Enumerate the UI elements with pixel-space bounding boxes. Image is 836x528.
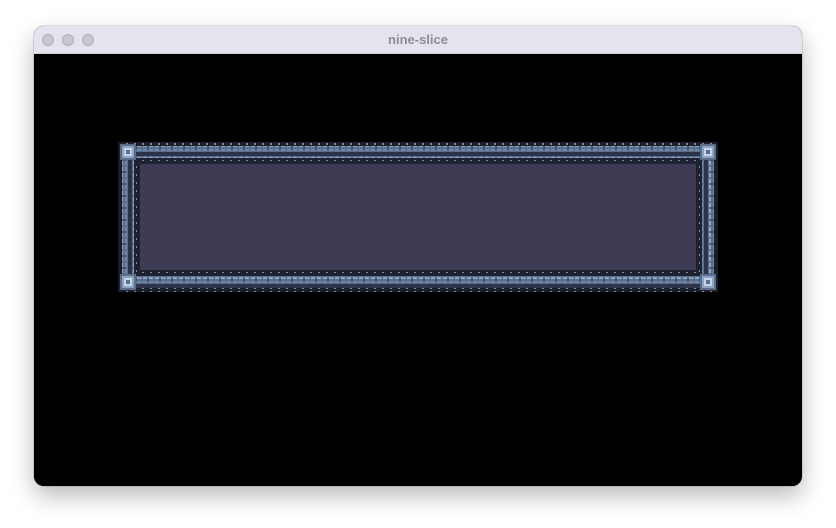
app-window: nine-slice <box>34 26 802 486</box>
corner-bottom-left <box>120 274 136 290</box>
center-fill <box>140 164 696 270</box>
inner-bottom-dots <box>136 272 700 274</box>
inner-left-dots <box>136 162 138 272</box>
corner-bottom-right <box>700 274 716 290</box>
top-edge <box>130 146 706 158</box>
inner-top-dots <box>136 160 700 162</box>
corner-top-right <box>700 144 716 160</box>
bottom-edge <box>130 276 706 288</box>
top-stud-row <box>122 142 714 146</box>
window-title: nine-slice <box>388 32 448 47</box>
title-bar[interactable]: nine-slice <box>34 26 802 54</box>
bottom-stud-row <box>122 288 714 292</box>
inner-right-dots <box>698 162 700 272</box>
nine-slice-panel <box>118 142 718 292</box>
game-canvas[interactable] <box>34 54 802 486</box>
right-edge <box>702 154 714 280</box>
left-edge <box>122 154 134 280</box>
corner-top-left <box>120 144 136 160</box>
